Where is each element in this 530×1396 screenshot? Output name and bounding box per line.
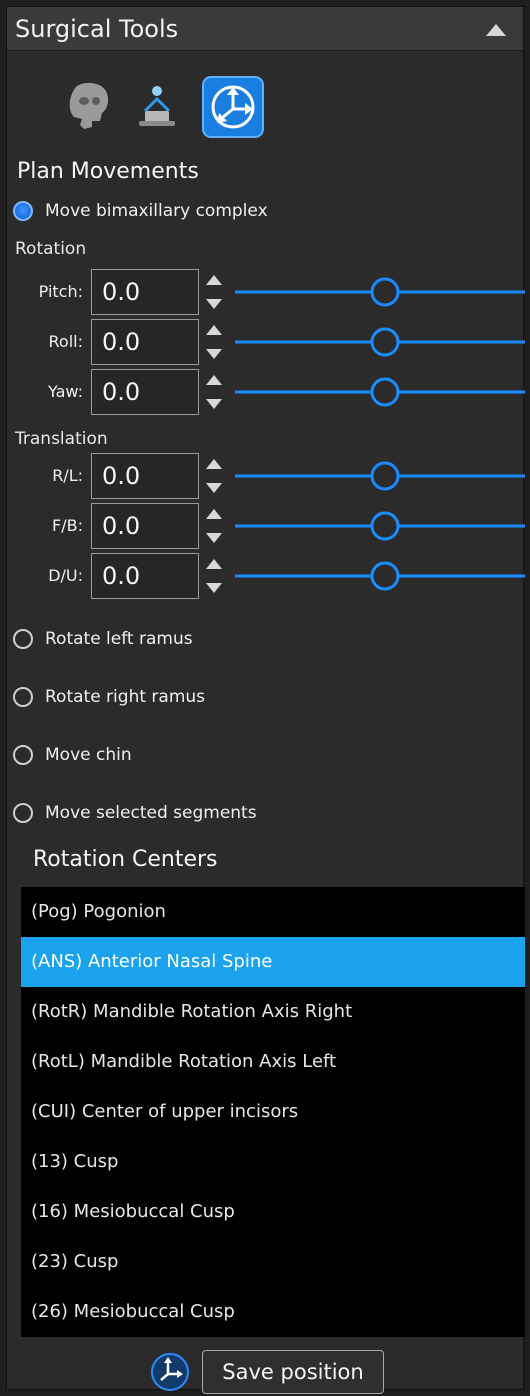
rl-input[interactable]: 0.0 [91, 453, 199, 499]
radio-label: Move chin [45, 745, 132, 765]
pitch-input[interactable]: 0.0 [91, 269, 199, 315]
radio-move-selected-segments[interactable]: Move selected segments [13, 799, 257, 827]
radio-rotate-left-ramus[interactable]: Rotate left ramus [13, 625, 193, 653]
list-item[interactable]: (CUI) Center of upper incisors [21, 1087, 525, 1137]
param-label: Pitch: [38, 282, 83, 301]
footer-bar: Save position [0, 1346, 530, 1396]
fb-slider[interactable] [235, 503, 525, 549]
param-row-rl: R/L: 0.0 [7, 453, 525, 501]
panel-header[interactable]: Surgical Tools [7, 7, 523, 51]
list-item[interactable]: (16) Mesiobuccal Cusp [21, 1187, 525, 1237]
plan-movements-title: Plan Movements [17, 159, 199, 184]
rotation-centers-title: Rotation Centers [33, 847, 218, 872]
list-item[interactable]: (26) Mesiobuccal Cusp [21, 1287, 525, 1337]
roll-input[interactable]: 0.0 [91, 319, 199, 365]
radio-label: Rotate left ramus [45, 629, 193, 649]
stepper-icon[interactable] [203, 505, 225, 547]
param-label: Yaw: [48, 382, 83, 401]
param-row-pitch: Pitch: 0.0 [7, 269, 525, 317]
tool-toolbar [7, 75, 523, 145]
list-item[interactable]: (13) Cusp [21, 1137, 525, 1187]
param-label: D/U: [48, 566, 83, 585]
radio-rotate-right-ramus[interactable]: Rotate right ramus [13, 683, 205, 711]
radio-button[interactable] [13, 745, 33, 765]
list-item[interactable]: (ANS) Anterior Nasal Spine [21, 937, 525, 987]
radio-button[interactable] [13, 629, 33, 649]
move-axes-icon[interactable] [150, 1352, 190, 1392]
fb-input[interactable]: 0.0 [91, 503, 199, 549]
patient-chair-icon[interactable] [125, 75, 189, 139]
radio-button[interactable] [13, 803, 33, 823]
stepper-icon[interactable] [203, 321, 225, 363]
list-item[interactable]: (23) Cusp [21, 1237, 525, 1287]
du-slider[interactable] [235, 553, 525, 599]
surgical-tools-panel: Surgical Tools Plan Movements Move bimax… [6, 6, 525, 1390]
radio-move-chin[interactable]: Move chin [13, 741, 132, 769]
stepper-icon[interactable] [203, 271, 225, 313]
yaw-slider[interactable] [235, 369, 525, 415]
roll-slider[interactable] [235, 319, 525, 365]
radio-button[interactable] [13, 687, 33, 707]
param-row-yaw: Yaw: 0.0 [7, 369, 525, 417]
skull-icon[interactable] [55, 75, 119, 139]
radio-label: Move bimaxillary complex [45, 201, 268, 221]
triangle-up-icon[interactable] [483, 19, 509, 39]
panel-title: Surgical Tools [15, 14, 179, 43]
param-row-fb: F/B: 0.0 [7, 503, 525, 551]
list-item[interactable]: (Pog) Pogonion [21, 887, 525, 937]
yaw-input[interactable]: 0.0 [91, 369, 199, 415]
list-item[interactable]: (RotL) Mandible Rotation Axis Left [21, 1037, 525, 1087]
radio-label: Rotate right ramus [45, 687, 206, 707]
param-label: F/B: [52, 516, 83, 535]
stepper-icon[interactable] [203, 455, 225, 497]
translation-label: Translation [15, 429, 108, 449]
pitch-slider[interactable] [235, 269, 525, 315]
radio-button[interactable] [13, 201, 33, 221]
stepper-icon[interactable] [203, 555, 225, 597]
rotation-centers-list[interactable]: (Pog) Pogonion (ANS) Anterior Nasal Spin… [21, 887, 525, 1337]
du-input[interactable]: 0.0 [91, 553, 199, 599]
save-position-button[interactable]: Save position [202, 1350, 384, 1394]
radio-label: Move selected segments [45, 803, 257, 823]
radio-move-bimaxillary[interactable]: Move bimaxillary complex [13, 197, 268, 225]
param-row-du: D/U: 0.0 [7, 553, 525, 601]
param-label: R/L: [52, 466, 83, 485]
param-row-roll: Roll: 0.0 [7, 319, 525, 367]
move-axes-icon[interactable] [201, 75, 265, 139]
param-label: Roll: [48, 332, 83, 351]
rl-slider[interactable] [235, 453, 525, 499]
stepper-icon[interactable] [203, 371, 225, 413]
rotation-label: Rotation [15, 239, 87, 259]
list-item[interactable]: (RotR) Mandible Rotation Axis Right [21, 987, 525, 1037]
